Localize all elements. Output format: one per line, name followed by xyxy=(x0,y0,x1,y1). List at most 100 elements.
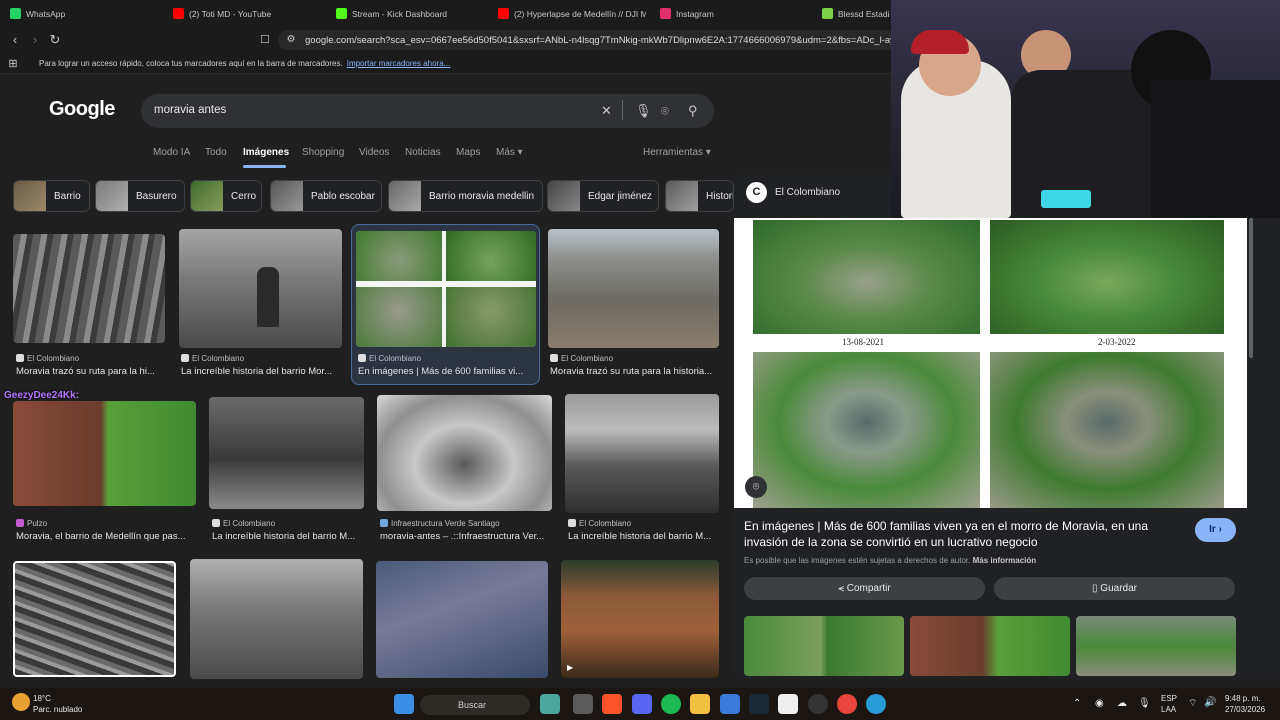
tab-blessd[interactable]: Blessd Estadio xyxy=(822,4,890,23)
result-caption[interactable]: La increíble historia del barrio M... xyxy=(568,531,718,542)
result-image[interactable] xyxy=(548,229,719,348)
tab-mas[interactable]: Más ▾ xyxy=(496,147,523,158)
site-info-icon[interactable]: ⚙ xyxy=(282,31,300,49)
lens-icon[interactable]: ⌾ xyxy=(661,103,669,119)
search-query[interactable]: moravia antes xyxy=(154,104,226,116)
weather-icon[interactable] xyxy=(12,693,30,711)
chip-basurero[interactable]: Basurero xyxy=(95,180,185,212)
result-image[interactable]: ▶ xyxy=(561,560,719,678)
tab-hyperlapse[interactable]: (2) Hyperlapse de Medellín // DJI M xyxy=(498,4,646,23)
result-image[interactable] xyxy=(13,561,176,677)
panel-title[interactable]: En imágenes | Más de 600 familias viven … xyxy=(744,518,1184,550)
result-source: El Colombiano xyxy=(212,519,275,528)
spotify-icon[interactable] xyxy=(661,694,681,714)
tab-shopping[interactable]: Shopping xyxy=(302,147,344,158)
tab-imagenes[interactable]: Imágenes xyxy=(243,147,289,158)
related-image[interactable] xyxy=(910,616,1070,676)
chip-edgar-jimenez[interactable]: Edgar jiménez xyxy=(547,180,659,212)
google-logo[interactable]: Google xyxy=(49,98,115,121)
preview-image[interactable] xyxy=(734,218,1247,508)
result-image[interactable] xyxy=(209,397,364,509)
microphone-icon[interactable]: 🎙 xyxy=(635,103,652,119)
weather-temp[interactable]: 18°C xyxy=(33,694,51,703)
result-caption[interactable]: La increíble historia del barrio M... xyxy=(212,531,364,542)
folder-icon[interactable] xyxy=(690,694,710,714)
share-button[interactable]: ⪪ Compartir xyxy=(744,577,985,600)
clock-time[interactable]: 9:48 p. m. xyxy=(1225,694,1261,703)
start-icon[interactable] xyxy=(394,694,414,714)
tab-kick[interactable]: Stream - Kick Dashboard xyxy=(336,4,486,23)
clock-date[interactable]: 27/03/2026 xyxy=(1225,705,1265,714)
related-image[interactable] xyxy=(1076,616,1236,676)
chip-barrio-moravia[interactable]: Barrio moravia medellin xyxy=(388,180,543,212)
related-image[interactable] xyxy=(744,616,904,676)
wifi-icon[interactable]: ⌔ xyxy=(1188,697,1197,710)
tab-whatsapp[interactable]: WhatsApp xyxy=(10,4,160,23)
widget-icon[interactable] xyxy=(540,694,560,714)
apps-icon[interactable]: ⊞ xyxy=(4,55,22,73)
tab-noticias[interactable]: Noticias xyxy=(405,147,441,158)
tab-todo[interactable]: Todo xyxy=(205,147,227,158)
epic-icon[interactable] xyxy=(778,694,798,714)
visit-button[interactable]: Ir › xyxy=(1195,518,1236,542)
tab-youtube[interactable]: (2) Toti MD - YouTube xyxy=(173,4,323,23)
tab-maps[interactable]: Maps xyxy=(456,147,480,158)
source-favicon xyxy=(550,354,558,362)
lens-icon[interactable]: ⌾ xyxy=(745,476,767,498)
save-button[interactable]: ▯ Guardar xyxy=(994,577,1235,600)
panel-source-name[interactable]: El Colombiano xyxy=(775,187,840,198)
result-caption[interactable]: moravia-antes – .::Infraestructura Ver..… xyxy=(380,531,552,542)
chip-historia[interactable]: Histori xyxy=(665,180,734,212)
result-caption[interactable]: La increíble historia del barrio Mor... xyxy=(181,366,343,377)
tray-app-icon[interactable]: ☁ xyxy=(1117,698,1127,709)
microphone-icon[interactable]: 🎙 xyxy=(1138,698,1151,709)
search-input[interactable] xyxy=(141,94,714,128)
tab-modo-ia[interactable]: Modo IA xyxy=(153,147,190,158)
obs-icon[interactable] xyxy=(808,694,828,714)
search-icon[interactable]: ⚲ xyxy=(688,103,698,119)
discord-icon[interactable] xyxy=(632,694,652,714)
result-image[interactable] xyxy=(13,234,165,343)
reload-button[interactable]: ↻ xyxy=(46,31,64,49)
clear-icon[interactable]: ✕ xyxy=(601,103,612,119)
keyboard-layout[interactable]: LAA xyxy=(1161,705,1176,714)
chip-barrio[interactable]: Barrio xyxy=(13,180,90,212)
result-caption[interactable]: En imágenes | Más de 600 familias vi... xyxy=(358,366,534,377)
chrome-icon[interactable] xyxy=(837,694,857,714)
bookmark-icon[interactable]: ☐ xyxy=(256,31,274,49)
tab-instagram[interactable]: Instagram xyxy=(660,4,810,23)
forward-button[interactable]: › xyxy=(26,31,44,49)
steam-icon[interactable] xyxy=(749,694,769,714)
task-view-icon[interactable] xyxy=(573,694,593,714)
back-button[interactable]: ‹ xyxy=(6,31,24,49)
store-icon[interactable] xyxy=(720,694,740,714)
panel-scrollbar[interactable] xyxy=(1249,218,1253,358)
active-tab-indicator xyxy=(243,165,286,168)
result-image[interactable] xyxy=(13,401,196,506)
result-image[interactable] xyxy=(376,561,548,678)
tools-button[interactable]: Herramientas ▾ xyxy=(643,147,711,158)
result-caption[interactable]: Moravia trazó su ruta para la hi... xyxy=(16,366,166,377)
chip-cerro[interactable]: Cerro xyxy=(190,180,262,212)
url-text[interactable]: google.com/search?sca_esv=0667ee56d50f50… xyxy=(305,35,895,46)
result-caption[interactable]: Moravia, el barrio de Medellín que pas..… xyxy=(16,531,196,542)
source-favicon xyxy=(16,354,24,362)
language-code[interactable]: ESP xyxy=(1161,694,1177,703)
result-image[interactable] xyxy=(356,231,536,347)
edge-icon[interactable] xyxy=(866,694,886,714)
result-image[interactable] xyxy=(179,229,342,348)
result-caption[interactable]: Moravia trazó su ruta para la historia..… xyxy=(550,366,718,377)
result-image[interactable] xyxy=(565,394,719,513)
tray-app-icon[interactable]: ◉ xyxy=(1095,698,1104,709)
chip-pablo-escobar[interactable]: Pablo escobar xyxy=(270,180,382,212)
chevron-up-icon[interactable]: ⌃ xyxy=(1073,698,1081,709)
result-image[interactable] xyxy=(190,559,363,679)
taskbar-search[interactable]: Buscar xyxy=(420,695,530,715)
weather-desc[interactable]: Parc. nublado xyxy=(33,705,82,714)
import-bookmarks-link[interactable]: Importar marcadores ahora... xyxy=(347,59,451,68)
result-image[interactable] xyxy=(377,395,552,511)
brave-icon[interactable] xyxy=(602,694,622,714)
volume-icon[interactable]: 🔊 xyxy=(1204,697,1216,708)
tab-videos[interactable]: Videos xyxy=(359,147,389,158)
more-info-link[interactable]: Más información xyxy=(973,556,1037,565)
